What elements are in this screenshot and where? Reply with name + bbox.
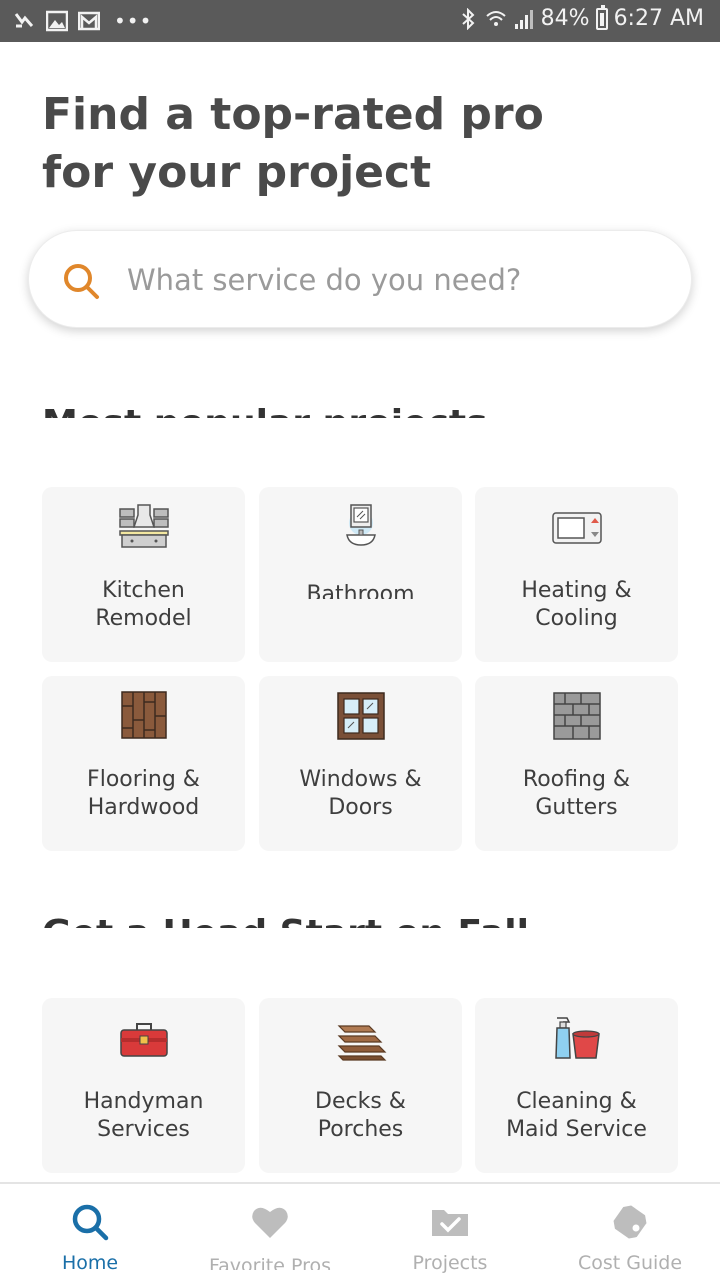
nav-label: Favorite Pros: [208, 1255, 331, 1270]
folder-check-icon: [432, 1210, 468, 1236]
nav-projects[interactable]: Projects: [360, 1184, 540, 1280]
page-title: Find a top-rated pro for your project: [42, 89, 544, 198]
search-bar[interactable]: [28, 230, 692, 328]
section-title-popular: Most popular projects: [42, 404, 488, 418]
nav-label: Projects: [412, 1252, 488, 1274]
toolbox-icon: [120, 1023, 168, 1057]
tile-windows-doors[interactable]: Windows & Doors: [259, 676, 462, 851]
nav-cost-guide[interactable]: Cost Guide: [540, 1184, 720, 1280]
nav-label: Home: [61, 1252, 119, 1274]
flooring-icon: [121, 691, 167, 739]
tile-label: Bathroom: [306, 582, 415, 599]
signal-icon: [514, 9, 533, 29]
tile-decks-porches[interactable]: Decks & Porches: [259, 998, 462, 1173]
tile-bathroom[interactable]: Bathroom: [259, 487, 462, 662]
heart-icon: [252, 1207, 288, 1238]
search-icon: [64, 264, 99, 299]
tile-label: Decks & Porches: [315, 1089, 406, 1142]
tile-label: Flooring & Hardwood: [87, 767, 200, 820]
section-title-fall: Get a Head Start on Fall: [42, 914, 529, 928]
tile-label: Kitchen Remodel: [95, 578, 192, 631]
bluetooth-icon: [461, 7, 475, 30]
tile-label: Windows & Doors: [299, 767, 422, 820]
battery-icon: [595, 4, 608, 30]
tile-flooring-hardwood[interactable]: Flooring & Hardwood: [42, 676, 245, 851]
thermostat-icon: [552, 512, 602, 544]
nav-home[interactable]: Home: [0, 1184, 180, 1280]
roofing-icon: [553, 692, 601, 740]
image-notification-icon: [46, 10, 68, 32]
tile-kitchen-remodel[interactable]: Kitchen Remodel: [42, 487, 245, 662]
search-input[interactable]: [127, 251, 667, 309]
kitchen-icon: [119, 504, 169, 548]
missed-call-notification-icon: [14, 13, 34, 28]
tile-label: Roofing & Gutters: [522, 767, 631, 820]
tile-label: Heating & Cooling: [521, 578, 632, 631]
nav-favorite-pros[interactable]: Favorite Pros: [180, 1184, 360, 1280]
wifi-icon: [485, 10, 506, 26]
tile-heating-cooling[interactable]: Heating & Cooling: [475, 487, 678, 662]
tile-cleaning-maid-service[interactable]: Cleaning & Maid Service: [475, 998, 678, 1173]
price-tag-icon: [613, 1205, 647, 1239]
tile-label: Handyman Services: [83, 1089, 204, 1142]
search-icon: [72, 1204, 109, 1241]
deck-icon: [337, 1025, 387, 1061]
gmail-notification-icon: [78, 11, 100, 31]
window-icon: [337, 692, 385, 740]
tile-roofing-gutters[interactable]: Roofing & Gutters: [475, 676, 678, 851]
more-notifications-icon: •••: [114, 9, 153, 33]
tile-handyman-services[interactable]: Handyman Services: [42, 998, 245, 1173]
nav-label: Cost Guide: [577, 1252, 683, 1274]
bottom-navigation: Home Favorite Pros Projects Cost Guide: [0, 1182, 720, 1280]
battery-percent: 84%: [540, 6, 590, 31]
cleaning-icon: [555, 1017, 600, 1059]
bathroom-icon: [346, 504, 376, 546]
status-bar: ••• 84% 6:27 AM: [0, 0, 720, 42]
tile-label: Cleaning & Maid Service: [506, 1089, 647, 1142]
clock: 6:27 AM: [613, 6, 704, 31]
